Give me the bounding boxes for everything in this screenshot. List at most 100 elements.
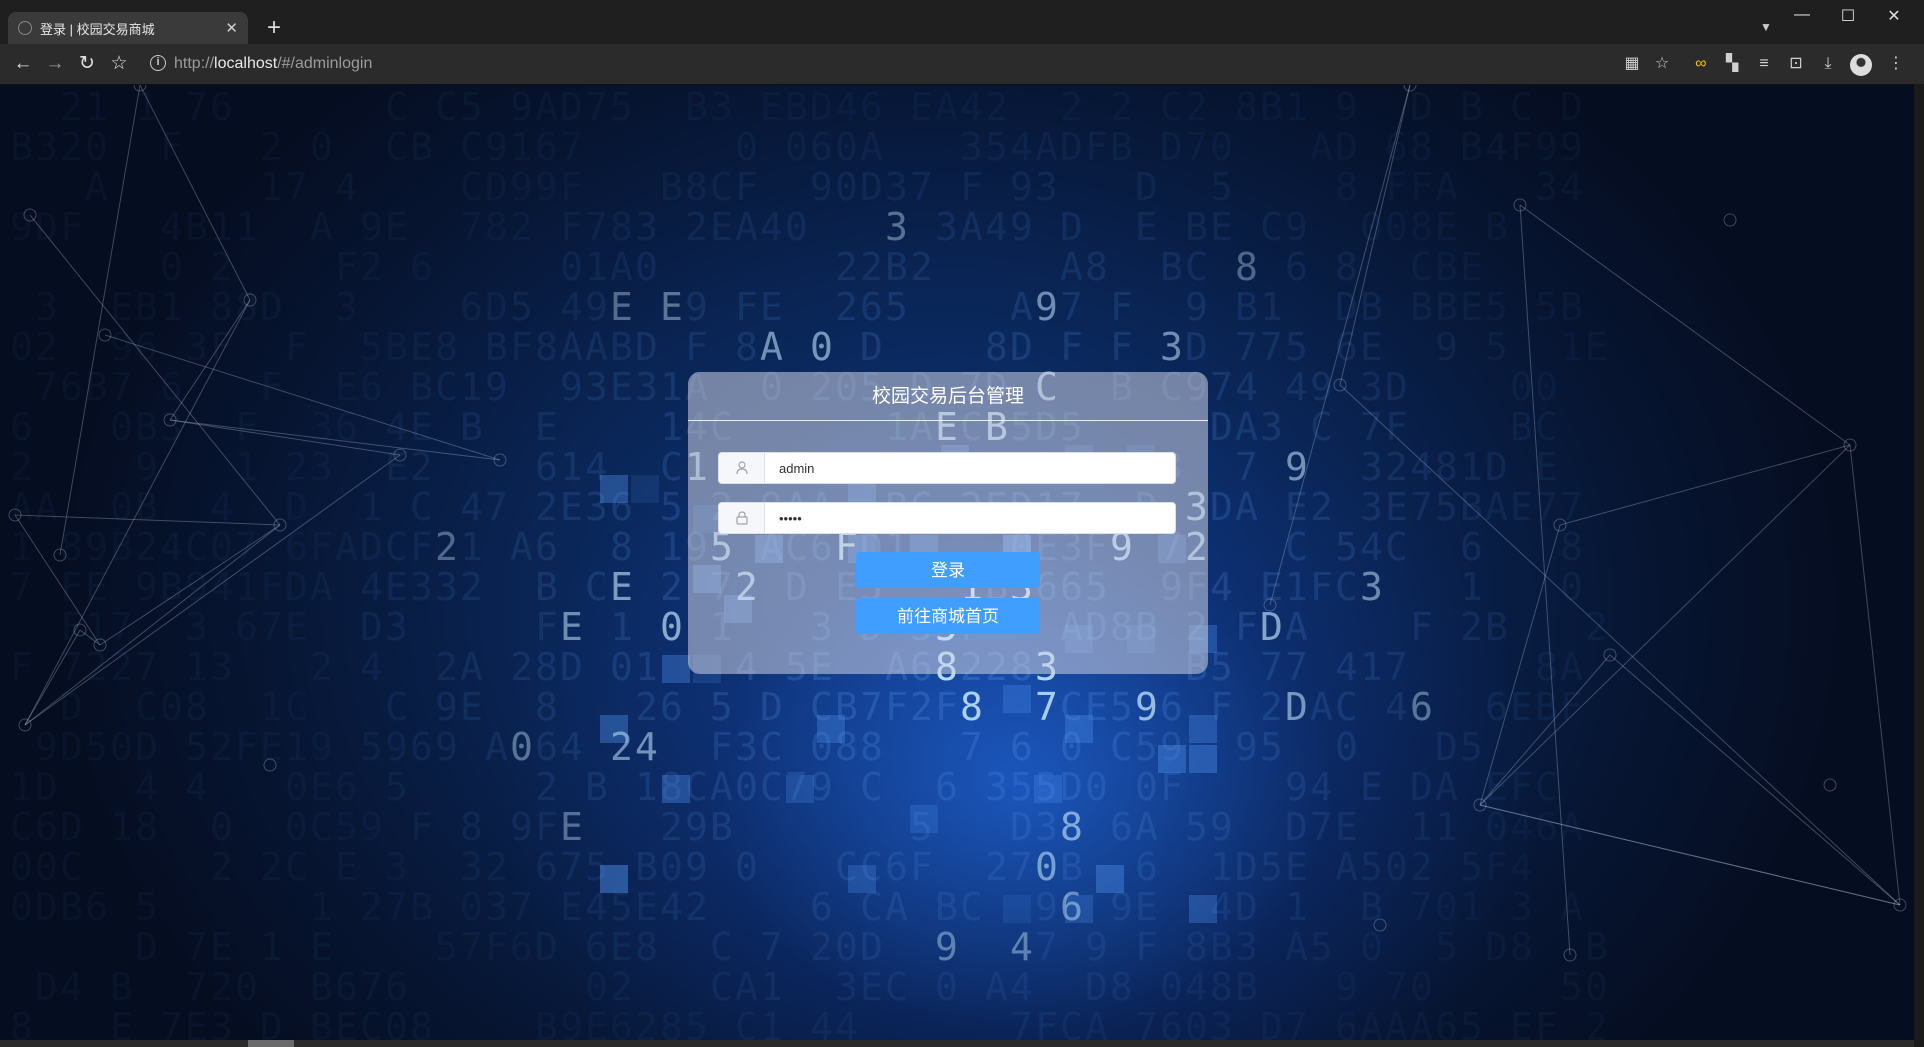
matrix-digit: B xyxy=(410,885,433,929)
crop-icon[interactable]: ⊡ xyxy=(1784,54,1808,74)
matrix-digit: B xyxy=(1235,965,1258,1009)
matrix-digit: 3 xyxy=(385,845,408,889)
go-to-mall-home-button[interactable]: 前往商城首页 xyxy=(856,598,1040,634)
username-field xyxy=(718,452,1176,484)
matrix-digit: B xyxy=(935,885,958,929)
login-button[interactable]: 登录 xyxy=(856,552,1040,588)
matrix-digit: 3 xyxy=(960,125,983,169)
matrix-digit: 7 xyxy=(485,485,508,529)
matrix-digit: 6 xyxy=(85,885,108,929)
matrix-digit: 7 xyxy=(1135,1005,1158,1040)
matrix-digit: B xyxy=(1485,605,1508,649)
matrix-digit: 0 xyxy=(660,845,683,889)
matrix-digit: 7 xyxy=(1185,125,1208,169)
matrix-digit: C xyxy=(460,165,483,209)
matrix-digit: B xyxy=(835,685,858,729)
matrix-digit: 8 xyxy=(1110,965,1133,1009)
matrix-digit: D xyxy=(1285,685,1308,729)
matrix-digit: 1 xyxy=(610,605,633,649)
matrix-digit: D xyxy=(1285,805,1308,849)
matrix-digit: 9 xyxy=(810,765,833,809)
qr-icon[interactable]: ▦ xyxy=(1620,54,1644,74)
matrix-digit: 5 xyxy=(1460,1005,1483,1040)
matrix-digit: F xyxy=(60,565,83,609)
forward-icon[interactable]: → xyxy=(40,52,70,76)
close-window-icon[interactable]: ✕ xyxy=(1872,6,1916,26)
password-input[interactable] xyxy=(765,503,1175,533)
browser-tab[interactable]: 登录 | 校园交易商城 ✕ xyxy=(8,12,248,44)
grid-icon[interactable]: ▚ xyxy=(1720,54,1744,74)
back-icon[interactable]: ← xyxy=(8,52,38,76)
matrix-digit: 1 xyxy=(460,525,483,569)
matrix-digit: 9 xyxy=(585,285,608,329)
tab-list-chevron-icon[interactable]: ▼ xyxy=(1760,20,1772,34)
info-icon[interactable]: i xyxy=(150,55,166,71)
matrix-digit: E xyxy=(285,605,308,649)
address-bar[interactable]: http://localhost/#/adminlogin xyxy=(174,55,372,73)
matrix-digit: D xyxy=(1560,85,1583,129)
matrix-digit: F xyxy=(10,645,33,689)
matrix-digit: 5 xyxy=(1435,485,1458,529)
matrix-digit: 3 xyxy=(35,285,58,329)
matrix-digit: 7 xyxy=(1260,325,1283,369)
matrix-digit: A xyxy=(1135,805,1158,849)
new-tab-button[interactable]: + xyxy=(260,14,288,42)
matrix-digit: 5 xyxy=(1460,845,1483,889)
matrix-digit: F xyxy=(310,525,333,569)
reload-icon[interactable]: ↻ xyxy=(72,52,102,76)
matrix-digit: 2 xyxy=(660,805,683,849)
matrix-digit: D xyxy=(35,965,58,1009)
matrix-digit: C xyxy=(285,845,308,889)
matrix-digit: 3 xyxy=(210,1005,233,1040)
matrix-digit: A xyxy=(85,165,108,209)
matrix-digit: 5 xyxy=(1485,285,1508,329)
matrix-digit: E xyxy=(310,925,333,969)
matrix-digit: B xyxy=(1410,285,1433,329)
matrix-digit: 8 xyxy=(1335,245,1358,289)
matrix-digit: 3 xyxy=(585,485,608,529)
matrix-digit: 5 xyxy=(1560,965,1583,1009)
matrix-digit: 1 xyxy=(660,525,683,569)
horizontal-scrollbar-thumb[interactable] xyxy=(248,1040,294,1047)
download-icon[interactable]: ⤓ xyxy=(1816,54,1840,74)
matrix-digit: 7 xyxy=(110,605,133,649)
menu-icon[interactable]: ⋮ xyxy=(1884,54,1908,74)
matrix-digit: C xyxy=(1535,405,1558,449)
matrix-digit: C xyxy=(835,845,858,889)
matrix-digit: 1 xyxy=(10,765,33,809)
profile-avatar[interactable] xyxy=(1850,54,1872,76)
tab-close-icon[interactable]: ✕ xyxy=(225,19,238,37)
matrix-digit: A xyxy=(735,965,758,1009)
matrix-digit: 0 xyxy=(1360,925,1383,969)
matrix-digit: F xyxy=(235,725,258,769)
maximize-icon[interactable]: ☐ xyxy=(1826,6,1870,26)
matrix-digit: B xyxy=(160,565,183,609)
minimize-icon[interactable]: — xyxy=(1780,6,1824,24)
matrix-digit: F xyxy=(485,925,508,969)
matrix-digit: 8 xyxy=(535,685,558,729)
playlist-icon[interactable]: ≡ xyxy=(1752,54,1776,74)
matrix-digit: B xyxy=(710,805,733,849)
matrix-digit: F xyxy=(1385,405,1408,449)
matrix-digit: 7 xyxy=(1310,805,1333,849)
username-input[interactable] xyxy=(765,453,1175,483)
matrix-digit: 0 xyxy=(235,965,258,1009)
matrix-digit: 0 xyxy=(110,485,133,529)
matrix-digit: 6 xyxy=(460,285,483,329)
star-icon[interactable]: ☆ xyxy=(1650,54,1674,74)
bookmark-star-icon[interactable]: ☆ xyxy=(104,52,134,76)
matrix-digit: B xyxy=(1460,485,1483,529)
matrix-digit: 2 xyxy=(210,725,233,769)
matrix-digit: F xyxy=(1135,925,1158,969)
matrix-digit: 6 xyxy=(210,85,233,129)
matrix-digit: A xyxy=(860,125,883,169)
matrix-digit: 9 xyxy=(1535,125,1558,169)
matrix-digit: F xyxy=(1060,325,1083,369)
url-path: /#/adminlogin xyxy=(277,55,373,72)
matrix-digit: 6 xyxy=(385,965,408,1009)
matrix-digit: 9 xyxy=(1210,805,1233,849)
matrix-digit: 9 xyxy=(1285,765,1308,809)
extension-icon[interactable]: ∞ xyxy=(1689,54,1713,74)
matrix-digit: B xyxy=(135,285,158,329)
matrix-digit: D xyxy=(485,285,508,329)
